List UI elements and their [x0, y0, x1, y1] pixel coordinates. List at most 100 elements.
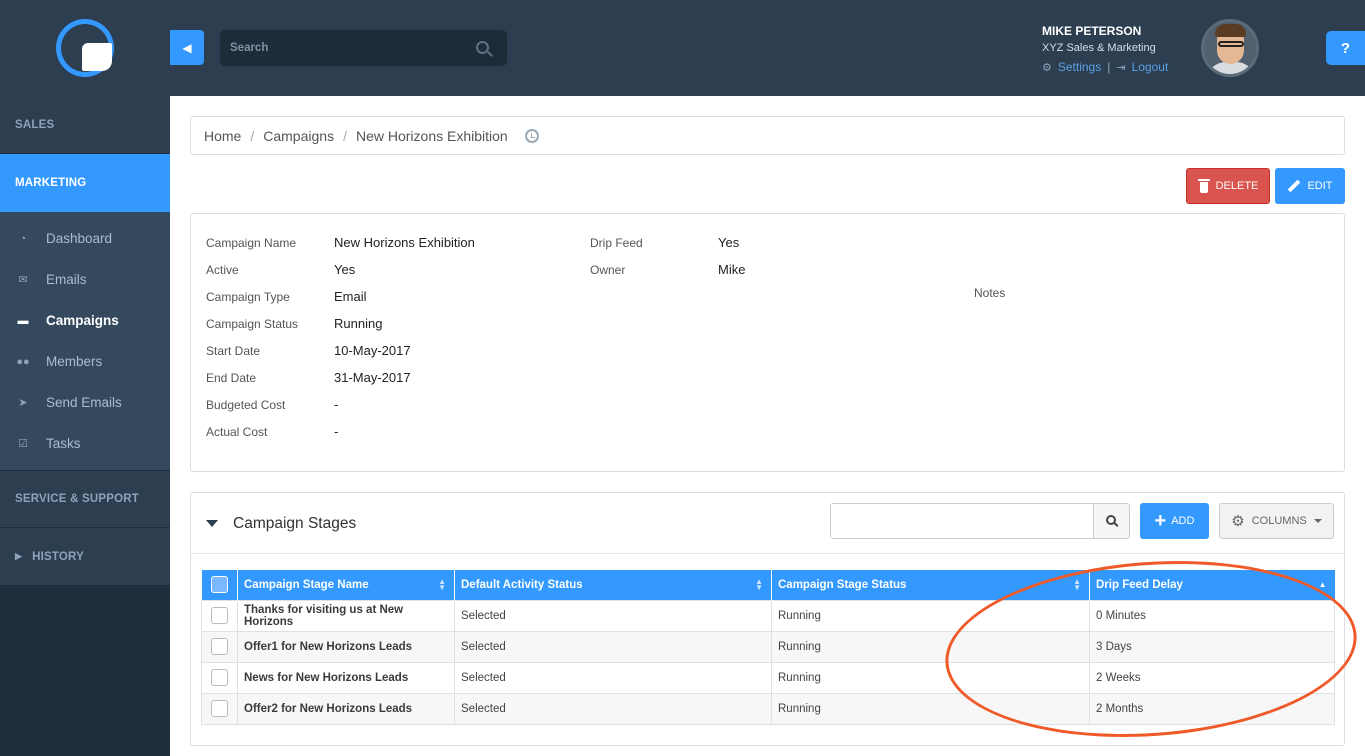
nav-section-service-support[interactable]: SERVICE & SUPPORT	[0, 470, 170, 528]
sidebar-item-label: Emails	[46, 272, 87, 287]
row-checkbox[interactable]	[211, 638, 228, 655]
column-header-label: Drip Feed Delay	[1096, 578, 1183, 591]
row-checkbox[interactable]	[211, 700, 228, 717]
add-label: ADD	[1171, 515, 1195, 527]
detail-label: Actual Cost	[206, 425, 268, 439]
detail-value: Email	[334, 289, 367, 304]
row-checkbox[interactable]	[211, 669, 228, 686]
drip-feed-delay-cell: 0 Minutes	[1089, 599, 1335, 632]
link-separator: |	[1107, 60, 1111, 74]
marketing-submenu: ◔ Dashboard ✉ Emails ▬ Campaigns ●● Memb…	[0, 212, 170, 470]
main-content: Home / Campaigns / New Horizons Exhibiti…	[170, 96, 1365, 756]
detail-value: Yes	[334, 262, 356, 277]
detail-label: Owner	[590, 263, 626, 277]
stage-name-cell: Offer2 for New Horizons Leads	[237, 692, 455, 725]
breadcrumb-separator: /	[343, 127, 347, 144]
campaign-stages-panel: Campaign Stages + ADD ⚙ COLUMNS Campaign…	[190, 492, 1345, 746]
clock-icon[interactable]	[524, 128, 539, 143]
sort-icon: ▲ ▼	[755, 577, 763, 592]
stages-search	[830, 503, 1094, 539]
check-square-icon: ☑	[18, 438, 28, 450]
collapse-caret-icon[interactable]	[206, 520, 218, 527]
column-header-stage-name[interactable]: Campaign Stage Name ▲ ▼	[237, 570, 455, 600]
sidebar-item-label: Tasks	[46, 436, 81, 451]
avatar-shirt	[1206, 62, 1256, 74]
nav-section-sales[interactable]: SALES	[0, 96, 170, 154]
breadcrumb-home[interactable]: Home	[204, 128, 241, 144]
delete-button[interactable]: DELETE	[1186, 168, 1270, 204]
sidebar-item-emails[interactable]: ✉ Emails	[0, 259, 170, 300]
logo-area	[0, 0, 170, 96]
breadcrumb-campaigns[interactable]: Campaigns	[263, 128, 334, 144]
detail-label: Budgeted Cost	[206, 398, 286, 412]
table-row[interactable]: Thanks for visiting us at New Horizons S…	[201, 599, 1335, 632]
settings-icon: ⚙	[1042, 61, 1052, 74]
trash-icon	[1197, 179, 1210, 193]
row-checkbox[interactable]	[211, 607, 228, 624]
envelope-icon: ✉	[18, 274, 28, 286]
table-row[interactable]: Offer2 for New Horizons Leads Selected R…	[201, 692, 1335, 725]
drip-feed-delay-cell: 3 Days	[1089, 630, 1335, 663]
sidebar-item-label: Dashboard	[46, 231, 113, 246]
sidebar-item-tasks[interactable]: ☑ Tasks	[0, 423, 170, 464]
table-row[interactable]: Offer1 for New Horizons Leads Selected R…	[201, 630, 1335, 663]
gear-icon: ⚙	[1231, 513, 1245, 530]
chevron-left-icon: ◀	[182, 40, 192, 55]
sidebar-toggle-button[interactable]: ◀	[170, 30, 204, 65]
detail-label: End Date	[206, 371, 257, 385]
sort-icon: ▲ ▼	[1073, 577, 1081, 592]
avatar[interactable]	[1201, 19, 1259, 77]
detail-value: Mike	[718, 262, 746, 277]
sidebar-item-dashboard[interactable]: ◔ Dashboard	[0, 218, 170, 259]
stage-status-cell: Running	[771, 599, 1090, 632]
table-header-row: Campaign Stage Name ▲ ▼ Default Activity S…	[201, 570, 1335, 600]
search-input[interactable]	[220, 30, 460, 66]
help-button[interactable]: ?	[1326, 31, 1365, 65]
detail-label: Campaign Name	[206, 236, 297, 250]
sidebar-item-send-emails[interactable]: ➤ Send Emails	[0, 382, 170, 423]
stages-search-button[interactable]	[1093, 503, 1130, 539]
inbox-icon: ▬	[17, 314, 29, 327]
column-header-activity-status[interactable]: Default Activity Status ▲ ▼	[454, 570, 772, 600]
columns-label: COLUMNS	[1251, 515, 1307, 527]
stage-name-cell: News for New Horizons Leads	[237, 661, 455, 694]
search-icon	[1106, 515, 1116, 525]
select-all-checkbox[interactable]	[210, 576, 228, 594]
detail-label: Campaign Type	[206, 290, 290, 304]
stages-search-input[interactable]	[831, 504, 1093, 538]
detail-value: -	[334, 424, 339, 439]
delete-label: DELETE	[1215, 180, 1259, 192]
user-name: MIKE PETERSON	[1042, 24, 1142, 38]
column-header-stage-status[interactable]: Campaign Stage Status ▲ ▼	[771, 570, 1090, 600]
breadcrumb-separator: /	[250, 127, 255, 144]
users-icon: ●●	[16, 355, 30, 368]
logout-link[interactable]: Logout	[1132, 60, 1169, 74]
sidebar: SALES MARKETING ◔ Dashboard ✉ Emails ▬ C…	[0, 0, 170, 756]
user-links: ⚙ Settings | ⇥ Logout	[1042, 60, 1168, 74]
chevron-down-icon	[1313, 519, 1322, 523]
campaign-details-panel: Campaign Name New Horizons Exhibition Ac…	[190, 213, 1345, 472]
settings-link[interactable]: Settings	[1058, 60, 1101, 74]
stage-status-cell: Running	[771, 661, 1090, 694]
stage-name-cell: Offer1 for New Horizons Leads	[237, 630, 455, 663]
table-row[interactable]: News for New Horizons Leads Selected Run…	[201, 661, 1335, 694]
activity-status-cell: Selected	[454, 661, 772, 694]
sidebar-item-campaigns[interactable]: ▬ Campaigns	[0, 300, 170, 341]
detail-label: Active	[206, 263, 239, 277]
search-icon[interactable]	[476, 41, 489, 54]
nav-section-history[interactable]: ▶ HISTORY	[0, 528, 170, 586]
column-header-drip-feed-delay[interactable]: Drip Feed Delay ▲	[1089, 570, 1335, 600]
row-select-cell	[201, 630, 238, 663]
add-stage-button[interactable]: + ADD	[1140, 503, 1209, 539]
sidebar-item-members[interactable]: ●● Members	[0, 341, 170, 382]
columns-button[interactable]: ⚙ COLUMNS	[1219, 503, 1334, 539]
activity-status-cell: Selected	[454, 630, 772, 663]
nav-section-history-label: HISTORY	[32, 550, 85, 563]
logout-icon: ⇥	[1116, 61, 1126, 74]
user-info: MIKE PETERSON XYZ Sales & Marketing ⚙ Se…	[1042, 24, 1168, 74]
app-logo[interactable]	[56, 19, 114, 77]
avatar-glasses	[1218, 41, 1244, 47]
nav-section-marketing[interactable]: MARKETING	[0, 154, 170, 212]
edit-button[interactable]: EDIT	[1275, 168, 1345, 204]
row-select-cell	[201, 692, 238, 725]
